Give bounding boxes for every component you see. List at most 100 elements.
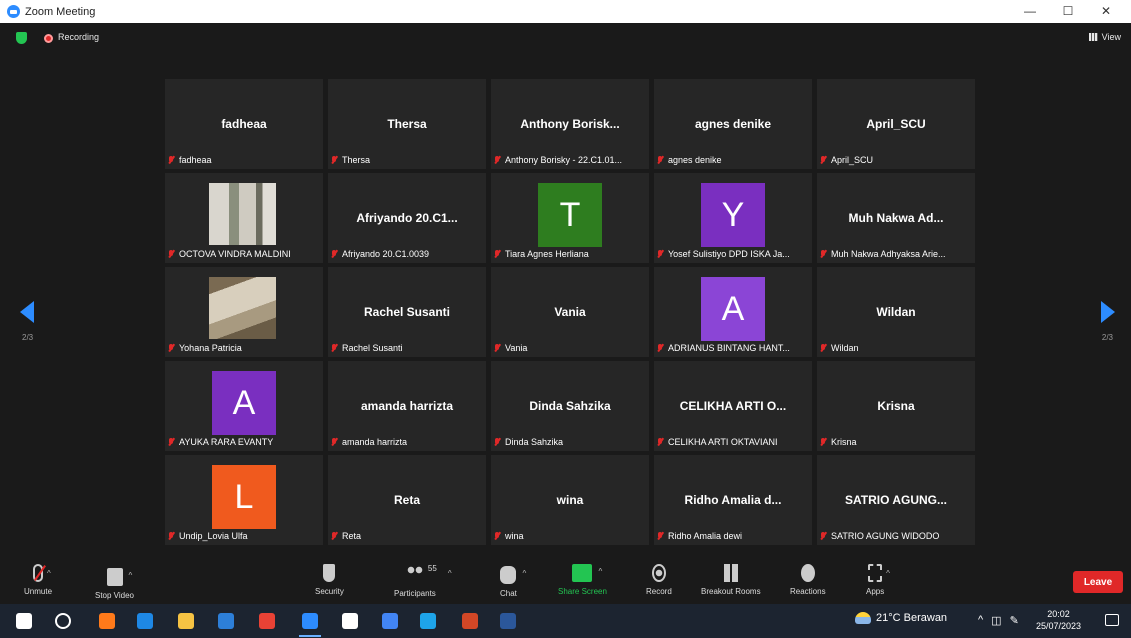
video-camera-icon: ^ bbox=[106, 568, 132, 586]
participant-name: Tiara Agnes Herliana bbox=[505, 249, 589, 259]
participant-name: Undip_Lovia Ulfa bbox=[179, 531, 248, 541]
muted-mic-icon bbox=[330, 531, 338, 541]
participant-tile[interactable]: Dinda Sahzika Dinda Sahzika bbox=[491, 361, 649, 451]
system-tray: ^ ◫ ✎ bbox=[978, 614, 1019, 627]
chrome-alt-icon[interactable] bbox=[382, 613, 398, 629]
active-app-indicator bbox=[299, 635, 321, 637]
muted-mic-icon bbox=[493, 531, 501, 541]
participant-tile[interactable]: SATRIO AGUNG... SATRIO AGUNG WIDODO bbox=[817, 455, 975, 545]
participant-name-label: wina bbox=[493, 529, 647, 543]
participant-tile[interactable]: Ridho Amalia d... Ridho Amalia dewi bbox=[654, 455, 812, 545]
word-icon[interactable] bbox=[500, 613, 516, 629]
participant-avatar: T bbox=[538, 183, 602, 247]
participant-name: Ridho Amalia dewi bbox=[668, 531, 743, 541]
participant-tile[interactable]: Muh Nakwa Ad... Muh Nakwa Adhyaksa Arie..… bbox=[817, 173, 975, 263]
record-button[interactable]: Record bbox=[646, 564, 672, 596]
participant-tile[interactable]: April_SCU April_SCU bbox=[817, 79, 975, 169]
participant-tile[interactable]: Wildan Wildan bbox=[817, 267, 975, 357]
participant-tile[interactable]: Vania Vania bbox=[491, 267, 649, 357]
previous-page-arrow-icon[interactable] bbox=[20, 301, 34, 323]
participant-name: OCTOVA VINDRA MALDINI bbox=[179, 249, 291, 259]
store-icon[interactable] bbox=[342, 613, 358, 629]
participant-tile[interactable]: OCTOVA VINDRA MALDINI bbox=[165, 173, 323, 263]
participant-tile[interactable]: Reta Reta bbox=[328, 455, 486, 545]
participant-tile[interactable]: A AYUKA RARA EVANTY bbox=[165, 361, 323, 451]
page-indicator-right: 2/3 bbox=[1101, 333, 1113, 342]
reactions-label: Reactions bbox=[790, 587, 826, 596]
participant-tile[interactable]: Anthony Borisk... Anthony Borisky - 22.C1… bbox=[491, 79, 649, 169]
participants-icon: 55 ^ bbox=[405, 564, 452, 584]
share-screen-button[interactable]: ^ Share Screen bbox=[558, 564, 607, 596]
clock-date: 25/07/2023 bbox=[1036, 621, 1082, 631]
tray-chevron-icon[interactable]: ^ bbox=[978, 614, 983, 627]
network-icon[interactable]: ◫ bbox=[991, 614, 1001, 627]
participant-tile[interactable]: Krisna Krisna bbox=[817, 361, 975, 451]
participant-tile[interactable]: amanda harrizta amanda harrizta bbox=[328, 361, 486, 451]
participant-tile[interactable]: CELIKHA ARTI O... CELIKHA ARTI OKTAVIANI bbox=[654, 361, 812, 451]
participant-name-label: Yohana Patricia bbox=[167, 341, 321, 355]
photos-icon[interactable] bbox=[420, 613, 436, 629]
meeting-topbar: Recording View bbox=[0, 23, 1131, 53]
muted-mic-icon bbox=[167, 249, 175, 259]
participant-tile[interactable]: agnes denike agnes denike bbox=[654, 79, 812, 169]
participant-tile[interactable]: A ADRIANUS BINTANG HANT... bbox=[654, 267, 812, 357]
participant-name: Krisna bbox=[831, 437, 857, 447]
muted-mic-icon: ^ bbox=[33, 564, 51, 582]
security-button[interactable]: Security bbox=[315, 564, 344, 596]
next-page-arrow-icon[interactable] bbox=[1101, 301, 1115, 323]
reactions-button[interactable]: Reactions bbox=[790, 564, 826, 596]
participant-tile[interactable]: L Undip_Lovia Ulfa bbox=[165, 455, 323, 545]
search-icon[interactable] bbox=[55, 613, 71, 629]
apps-button[interactable]: ^ Apps bbox=[866, 564, 890, 596]
windows-start-icon[interactable] bbox=[16, 613, 32, 629]
share-screen-icon: ^ bbox=[572, 564, 602, 582]
participant-name-label: OCTOVA VINDRA MALDINI bbox=[167, 247, 321, 261]
chat-button[interactable]: ^ Chat bbox=[500, 564, 526, 598]
muted-mic-icon bbox=[819, 249, 827, 259]
taskbar-clock[interactable]: 20:02 25/07/2023 bbox=[1036, 608, 1081, 632]
participant-name-label: fadheaa bbox=[167, 153, 321, 167]
participant-name: amanda harrizta bbox=[342, 437, 408, 447]
participant-name: Wildan bbox=[831, 343, 859, 353]
muted-mic-icon bbox=[167, 437, 175, 447]
view-button[interactable]: View bbox=[1088, 32, 1121, 42]
participant-tile[interactable]: fadheaa fadheaa bbox=[165, 79, 323, 169]
participant-name: Anthony Borisky - 22.C1.01... bbox=[505, 155, 623, 165]
chrome-icon[interactable] bbox=[259, 613, 275, 629]
close-icon[interactable]: ✕ bbox=[1087, 0, 1125, 23]
breakout-rooms-icon bbox=[723, 564, 738, 582]
participant-tile[interactable]: Yohana Patricia bbox=[165, 267, 323, 357]
participant-tile[interactable]: T Tiara Agnes Herliana bbox=[491, 173, 649, 263]
encryption-shield-icon[interactable] bbox=[16, 32, 27, 44]
participant-tile[interactable]: wina wina bbox=[491, 455, 649, 545]
participant-name-label: Yosef Sulistiyo DPD ISKA Ja... bbox=[656, 247, 810, 261]
stop-video-button[interactable]: ^ Stop Video bbox=[95, 564, 134, 600]
participant-tile[interactable]: Thersa Thersa bbox=[328, 79, 486, 169]
participant-tile[interactable]: Rachel Susanti Rachel Susanti bbox=[328, 267, 486, 357]
leave-button[interactable]: Leave bbox=[1073, 571, 1123, 593]
firefox-icon[interactable] bbox=[99, 613, 115, 629]
participants-button[interactable]: 55 ^ Participants bbox=[394, 564, 452, 598]
mail-icon[interactable] bbox=[218, 613, 234, 629]
edge-icon[interactable] bbox=[137, 613, 153, 629]
unmute-button[interactable]: ^ Unmute bbox=[24, 564, 52, 596]
security-shield-icon bbox=[323, 564, 336, 582]
recording-label[interactable]: Recording bbox=[58, 32, 99, 42]
participant-tile[interactable]: Afriyando 20.C1... Afriyando 20.C1.0039 bbox=[328, 173, 486, 263]
file-explorer-icon[interactable] bbox=[178, 613, 194, 629]
stop-video-label: Stop Video bbox=[95, 591, 134, 600]
apps-icon: ^ bbox=[868, 564, 890, 582]
participant-tile[interactable]: Y Yosef Sulistiyo DPD ISKA Ja... bbox=[654, 173, 812, 263]
participant-avatar: A bbox=[212, 371, 276, 435]
powerpoint-icon[interactable] bbox=[462, 613, 478, 629]
pen-icon[interactable]: ✎ bbox=[1010, 614, 1019, 627]
notifications-icon[interactable] bbox=[1105, 614, 1119, 626]
breakout-rooms-button[interactable]: Breakout Rooms bbox=[701, 564, 761, 596]
participant-display-name: April_SCU bbox=[866, 117, 926, 131]
maximize-icon[interactable]: ☐ bbox=[1049, 0, 1087, 23]
participant-name-label: April_SCU bbox=[819, 153, 973, 167]
weather-widget[interactable]: 21°C Berawan bbox=[855, 612, 947, 624]
zoom-icon[interactable] bbox=[302, 613, 318, 629]
minimize-icon[interactable]: — bbox=[1011, 0, 1049, 23]
participant-avatar: L bbox=[212, 465, 276, 529]
